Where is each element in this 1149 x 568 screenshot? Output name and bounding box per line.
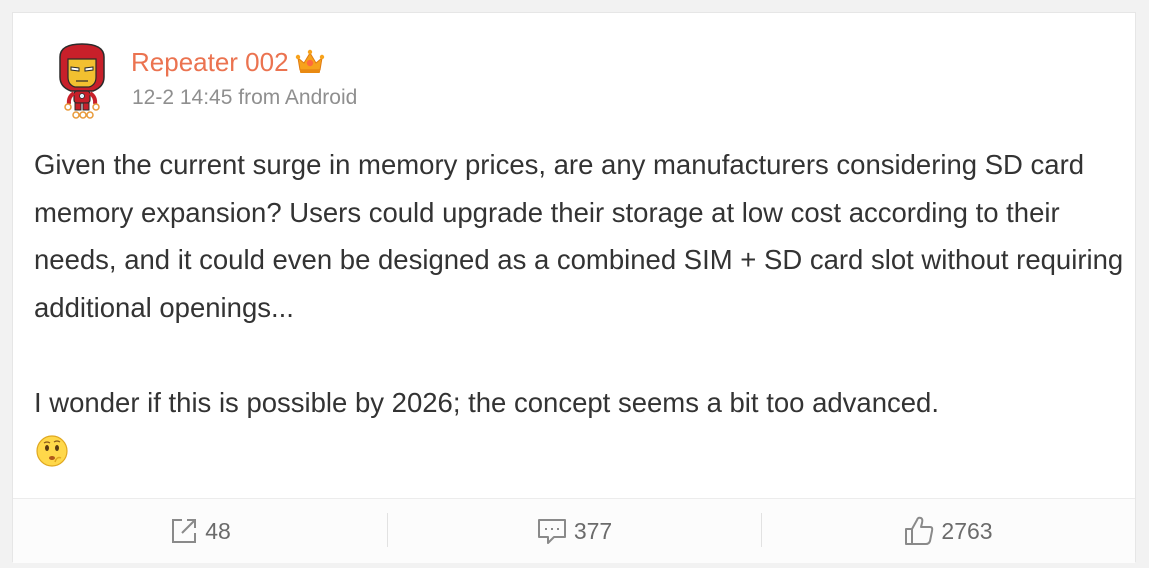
repost-count: 48 xyxy=(205,518,231,544)
crown-icon[interactable] xyxy=(295,48,325,76)
post-meta[interactable]: 12-2 14:45 from Android xyxy=(132,84,357,112)
action-bar: 48 377 2763 xyxy=(13,498,1135,563)
author-name[interactable]: Repeater 002 xyxy=(131,45,289,79)
comment-icon xyxy=(537,519,566,544)
thumbs-up-icon xyxy=(905,516,934,545)
like-button[interactable]: 2763 xyxy=(761,499,1135,563)
thinking-face-icon xyxy=(36,435,68,467)
author-line: Repeater 002 xyxy=(131,45,325,79)
post-content: Given the current surge in memory prices… xyxy=(34,141,1124,468)
avatar[interactable] xyxy=(46,41,118,121)
comment-button[interactable]: 377 xyxy=(387,499,761,563)
post-paragraph: I wonder if this is possible by 2026; th… xyxy=(34,386,939,418)
comment-count: 377 xyxy=(573,518,613,544)
iron-man-avatar-icon xyxy=(59,43,105,119)
share-icon xyxy=(172,519,197,543)
post-card: Repeater 002 12-2 14:45 from Android Giv… xyxy=(12,12,1136,563)
like-count: 2763 xyxy=(941,518,993,544)
repost-button[interactable]: 48 xyxy=(13,499,387,563)
post-paragraph: Given the current surge in memory prices… xyxy=(34,149,1124,323)
